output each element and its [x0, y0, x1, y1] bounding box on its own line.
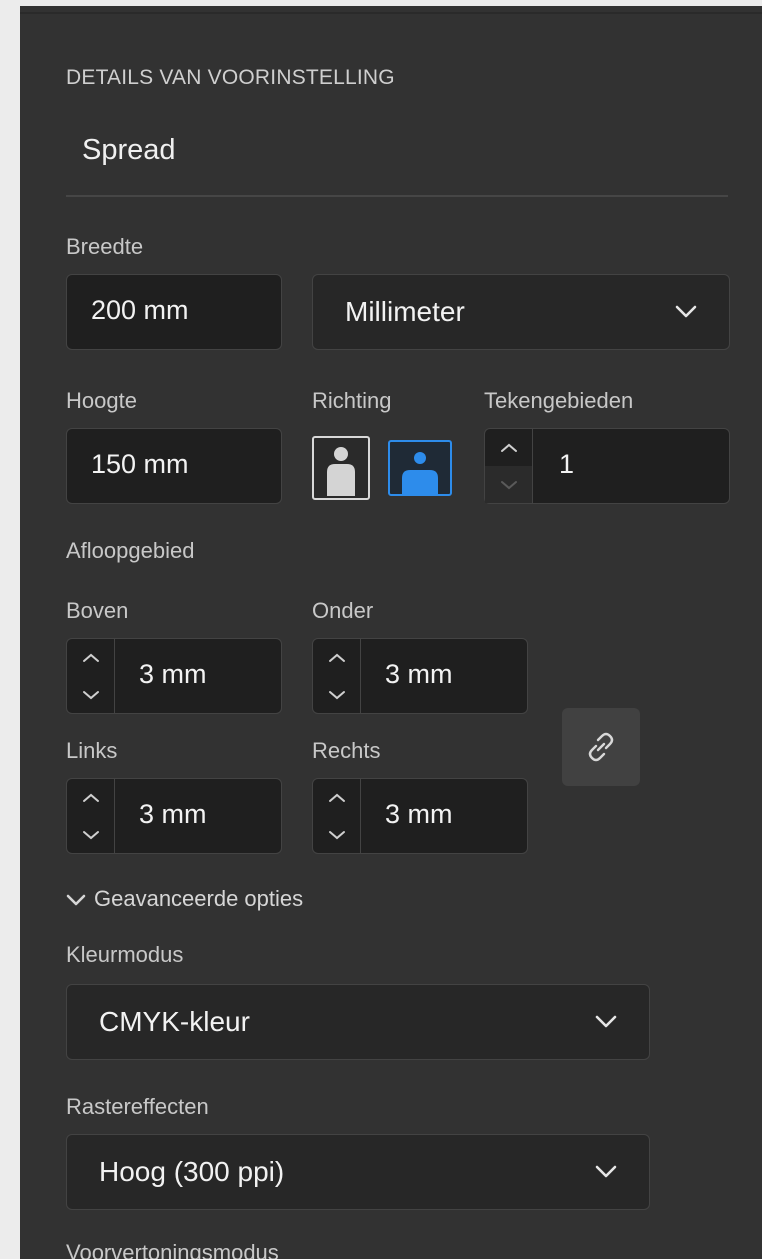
link-bleed-button[interactable] — [562, 708, 640, 786]
height-label: Hoogte — [66, 388, 137, 413]
link-icon — [588, 732, 614, 762]
bleed-bottom-decrement-button[interactable] — [313, 676, 360, 713]
bleed-right-label: Rechts — [312, 738, 381, 763]
chevron-down-icon — [328, 830, 345, 839]
advanced-options-label: Geavanceerde opties — [94, 886, 304, 911]
section-title: DETAILS VAN VOORINSTELLING — [66, 66, 395, 89]
chevron-down-icon — [595, 1015, 617, 1028]
unit-select[interactable]: Millimeter — [312, 274, 730, 350]
bleed-label: Afloopgebied — [66, 538, 195, 563]
chevron-up-icon — [328, 653, 345, 662]
chevron-down-icon — [328, 690, 345, 699]
color-mode-value: CMYK-kleur — [99, 1006, 250, 1037]
chevron-down-icon — [66, 894, 86, 906]
chevron-up-icon — [328, 793, 345, 802]
landscape-orientation-button[interactable] — [388, 440, 452, 496]
bleed-left-label: Links — [66, 738, 118, 763]
bleed-top-stepper[interactable]: 3 mm — [66, 638, 282, 714]
orientation-label: Richting — [312, 388, 392, 413]
panel-top-border — [20, 12, 762, 14]
bleed-bottom-stepper-controls — [313, 639, 361, 713]
advanced-options-toggle[interactable]: Geavanceerde opties — [66, 886, 303, 912]
bleed-top-label: Boven — [66, 598, 129, 623]
portrait-person-icon — [327, 447, 355, 496]
bleed-bottom-label: Onder — [312, 598, 374, 623]
landscape-person-icon — [402, 452, 438, 494]
artboards-label: Tekengebieden — [484, 388, 634, 413]
color-mode-select[interactable]: CMYK-kleur — [66, 984, 650, 1060]
bleed-right-stepper-controls — [313, 779, 361, 853]
bleed-bottom-stepper[interactable]: 3 mm — [312, 638, 528, 714]
artboards-stepper-controls — [485, 429, 533, 503]
chevron-up-icon — [500, 443, 517, 452]
bleed-right-stepper[interactable]: 3 mm — [312, 778, 528, 854]
artboards-value: 1 — [559, 449, 575, 479]
bleed-right-decrement-button[interactable] — [313, 816, 360, 853]
color-mode-label: Kleurmodus — [66, 942, 184, 967]
bleed-bottom-value: 3 mm — [385, 659, 453, 689]
bleed-bottom-increment-button[interactable] — [313, 639, 360, 676]
chevron-down-icon — [675, 305, 697, 318]
bleed-top-decrement-button[interactable] — [67, 676, 114, 713]
bleed-left-decrement-button[interactable] — [67, 816, 114, 853]
width-input[interactable]: 200 mm — [66, 274, 282, 350]
preset-details-panel: DETAILS VAN VOORINSTELLING Spread Breedt… — [20, 6, 762, 1259]
artboards-stepper[interactable]: 1 — [484, 428, 730, 504]
bleed-left-value: 3 mm — [139, 799, 207, 829]
bleed-right-increment-button[interactable] — [313, 779, 360, 816]
height-input[interactable]: 150 mm — [66, 428, 282, 504]
preset-name-field[interactable]: Spread — [82, 134, 176, 167]
chevron-down-icon — [82, 690, 99, 699]
bleed-left-stepper-controls — [67, 779, 115, 853]
artboards-increment-button[interactable] — [485, 429, 532, 466]
chevron-up-icon — [82, 653, 99, 662]
chevron-up-icon — [82, 793, 99, 802]
unit-select-value: Millimeter — [345, 296, 465, 327]
bleed-top-stepper-controls — [67, 639, 115, 713]
bleed-right-value: 3 mm — [385, 799, 453, 829]
chevron-down-icon — [500, 480, 517, 489]
portrait-orientation-button[interactable] — [312, 436, 370, 500]
chevron-down-icon — [595, 1165, 617, 1178]
bleed-left-increment-button[interactable] — [67, 779, 114, 816]
bleed-left-stepper[interactable]: 3 mm — [66, 778, 282, 854]
height-value: 150 mm — [91, 449, 189, 479]
width-value: 200 mm — [91, 295, 189, 325]
artboards-decrement-button[interactable] — [485, 466, 532, 503]
raster-effects-label: Rastereffecten — [66, 1094, 209, 1119]
bleed-top-value: 3 mm — [139, 659, 207, 689]
width-label: Breedte — [66, 234, 144, 259]
preview-mode-label: Voorvertoningsmodus — [66, 1240, 279, 1259]
raster-effects-select[interactable]: Hoog (300 ppi) — [66, 1134, 650, 1210]
bleed-top-increment-button[interactable] — [67, 639, 114, 676]
preset-name-divider — [66, 195, 728, 197]
raster-effects-value: Hoog (300 ppi) — [99, 1156, 285, 1187]
chevron-down-icon — [82, 830, 99, 839]
